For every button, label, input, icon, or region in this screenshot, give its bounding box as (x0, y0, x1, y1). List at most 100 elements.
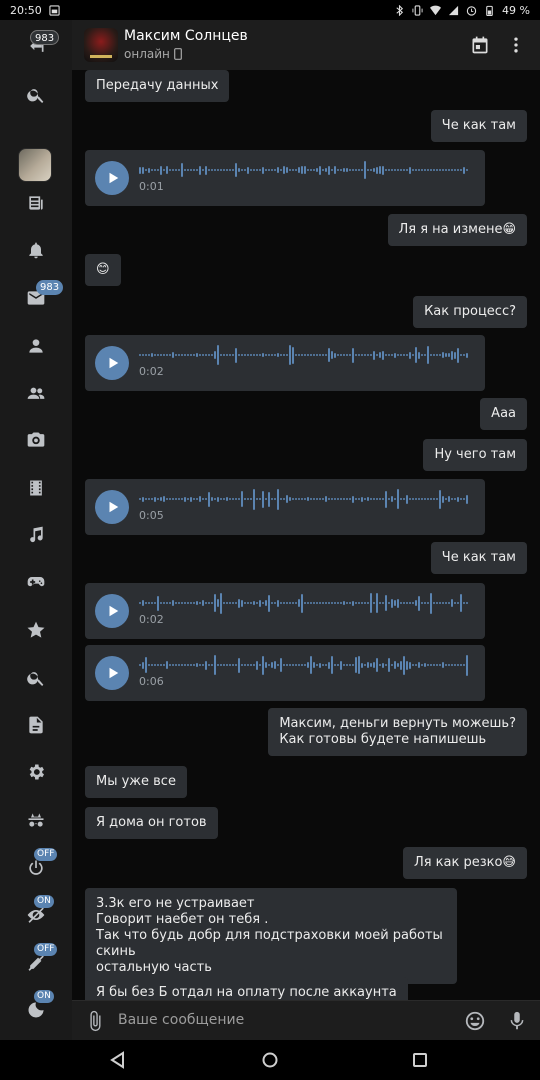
message-outgoing[interactable]: Как процесс? (413, 296, 527, 328)
nav-home-button[interactable] (260, 1050, 280, 1070)
message-incoming[interactable]: Передачу данных (85, 70, 230, 102)
waveform-bar (364, 602, 366, 604)
chat-header: Максим Солнцев онлайн (72, 20, 540, 70)
document-icon (29, 716, 43, 734)
waveform-bar (271, 169, 273, 171)
message-list[interactable]: Передачу данных Че как там 0:01 Ля я на … (72, 70, 540, 1000)
incognito-button[interactable] (14, 802, 58, 838)
friends-button[interactable] (14, 328, 58, 364)
voice-message[interactable]: 0:01 (85, 150, 485, 206)
waveform-bar (379, 664, 381, 666)
message-incoming[interactable]: Я дома он готов (85, 807, 218, 839)
play-button[interactable] (95, 346, 129, 380)
waveform-bar (325, 354, 327, 356)
games-button[interactable] (14, 564, 58, 600)
waveform-bar (214, 351, 216, 359)
attach-button[interactable] (84, 1010, 106, 1032)
waveform-bar (451, 498, 453, 500)
voice-message[interactable]: 0:02 (85, 583, 485, 639)
waveform-bar (256, 498, 258, 500)
contact-name[interactable]: Максим Солнцев (124, 28, 248, 44)
music-button[interactable] (14, 517, 58, 553)
message-outgoing[interactable]: Максим, деньги вернуть можешь? Как готов… (268, 708, 527, 756)
message-text-line: Как готовы будете напишешь (279, 732, 487, 747)
calendar-button[interactable] (468, 33, 492, 57)
night-mode-toggle[interactable]: ON (14, 990, 58, 1028)
voice-waveform[interactable] (139, 591, 473, 615)
search-button[interactable] (14, 77, 58, 113)
videos-button[interactable] (14, 470, 58, 506)
groups-button[interactable] (14, 375, 58, 411)
more-options-button[interactable] (504, 33, 528, 57)
nav-recents-button[interactable] (410, 1050, 430, 1070)
waveform-bar (340, 602, 342, 604)
waveform-bar (184, 496, 186, 502)
messages-button[interactable]: 983 (14, 280, 64, 316)
waveform-bar (370, 663, 372, 667)
favorites-button[interactable] (14, 612, 58, 648)
voice-waveform[interactable] (139, 487, 473, 511)
online-status-toggle[interactable]: OFF (14, 848, 58, 886)
voice-message[interactable]: 0:02 (85, 335, 485, 391)
waveform-bar (271, 354, 273, 356)
waveform-bar (247, 166, 249, 174)
waveform-bar (313, 602, 315, 604)
profile-avatar[interactable] (18, 148, 52, 182)
waveform-bar (199, 496, 201, 502)
message-outgoing[interactable]: Ля я на измене😁 (387, 214, 527, 246)
voice-waveform[interactable] (139, 343, 473, 367)
message-input[interactable]: Ваше сообщение (118, 1012, 244, 1028)
waveform-bar (274, 354, 276, 356)
settings-button[interactable] (14, 754, 58, 790)
voice-waveform[interactable] (139, 653, 473, 677)
news-button[interactable] (14, 185, 58, 221)
play-button[interactable] (95, 594, 129, 628)
voice-waveform[interactable] (139, 158, 473, 182)
waveform-bar (181, 163, 183, 177)
waveform-bar (280, 354, 282, 356)
waveform-bar (433, 602, 435, 604)
voice-message[interactable]: 0:06 (85, 645, 485, 701)
message-outgoing[interactable]: Че как там (430, 110, 527, 142)
notifications-button[interactable] (14, 232, 58, 268)
waveform-bar (169, 498, 171, 500)
message-outgoing[interactable]: Ля как резко😅 (402, 847, 527, 879)
waveform-bar (376, 593, 378, 613)
message-incoming[interactable]: Я бы без Б отдал на оплату после аккаунт… (85, 977, 408, 1000)
nav-back-button[interactable] (108, 1050, 128, 1070)
waveform-bar (193, 169, 195, 171)
waveform-bar (331, 351, 333, 359)
message-outgoing[interactable]: Ааа (480, 398, 527, 430)
waveform-bar (235, 602, 237, 604)
message-incoming[interactable]: 😊 (85, 254, 121, 286)
message-incoming[interactable]: Мы уже все (85, 766, 187, 798)
play-button[interactable] (95, 161, 129, 195)
smiley-icon (465, 1011, 485, 1031)
message-incoming[interactable]: 3.3к его не устраивает Говорит наебет он… (85, 888, 457, 984)
voice-record-button[interactable] (506, 1010, 528, 1032)
back-button[interactable]: 983 (14, 28, 60, 64)
voice-message[interactable]: 0:05 (85, 479, 485, 535)
waveform-bar (304, 166, 306, 174)
typing-status-toggle[interactable]: OFF (14, 943, 58, 981)
waveform-bar (235, 664, 237, 666)
waveform-bar (238, 657, 240, 673)
waveform-bar (424, 602, 426, 604)
waveform-bar (274, 602, 276, 604)
contact-avatar[interactable] (84, 28, 118, 62)
documents-button[interactable] (14, 707, 58, 743)
emoji-button[interactable] (464, 1010, 486, 1032)
play-button[interactable] (95, 656, 129, 690)
photos-button[interactable] (14, 422, 58, 458)
read-status-toggle[interactable]: ON (14, 895, 58, 933)
waveform-bar (316, 168, 318, 172)
waveform-bar (409, 166, 411, 174)
global-search-button[interactable] (14, 660, 58, 696)
waveform-bar (250, 354, 252, 356)
play-button[interactable] (95, 490, 129, 524)
waveform-bar (460, 169, 462, 171)
message-outgoing[interactable]: Ну чего там (423, 439, 527, 471)
search-icon (27, 89, 44, 103)
message-outgoing[interactable]: Че как там (430, 542, 527, 574)
waveform-bar (274, 498, 276, 500)
